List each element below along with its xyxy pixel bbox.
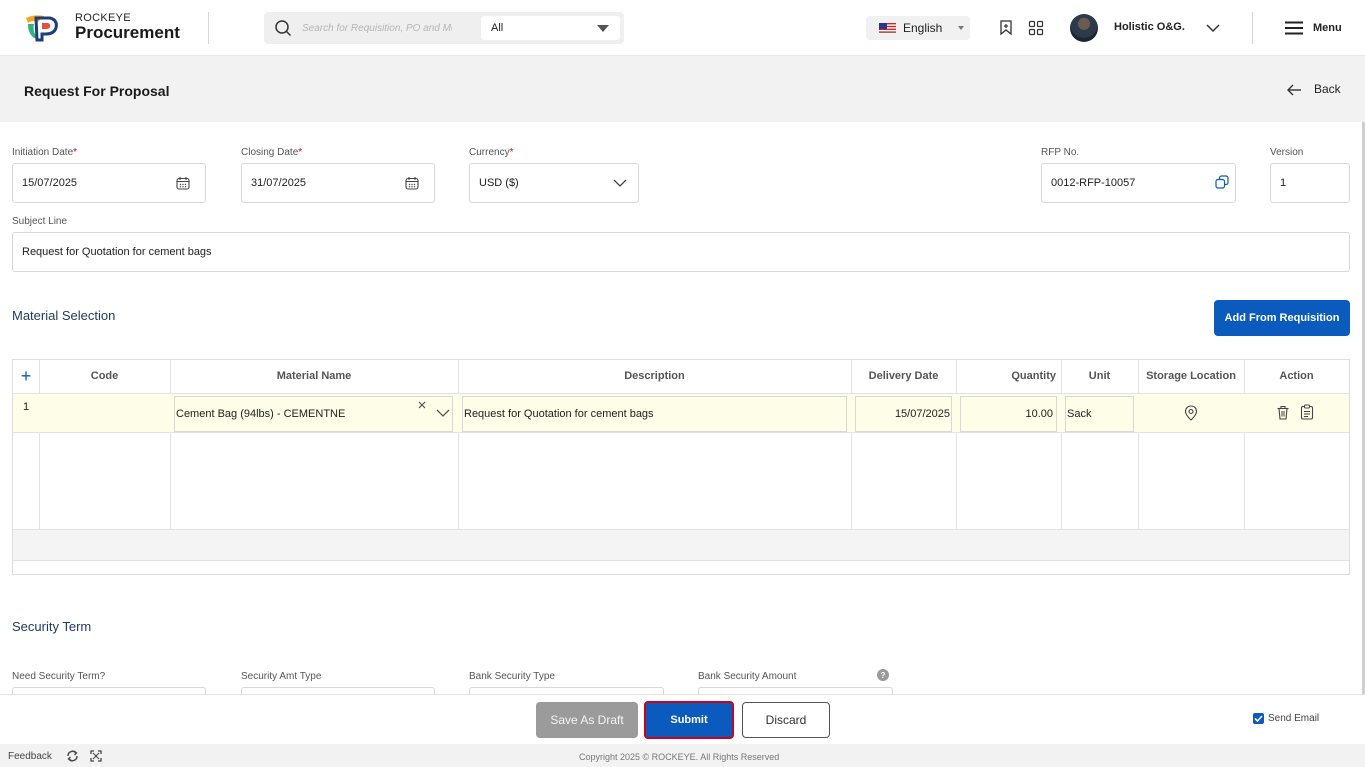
need-security-term-label: Need Security Term? xyxy=(12,671,106,682)
column-header-delivery-date: Delivery Date xyxy=(868,370,939,382)
copy-icon[interactable] xyxy=(1215,175,1229,189)
search-scope-value: All xyxy=(491,22,504,34)
quantity-input[interactable]: 10.00 xyxy=(960,396,1057,432)
brand-name-procurement: Procurement xyxy=(75,23,180,42)
column-header-unit: Unit xyxy=(1088,370,1111,382)
language-selector[interactable]: English xyxy=(866,16,970,40)
caret-down-icon xyxy=(597,25,609,32)
add-from-requisition-button[interactable]: Add From Requisition xyxy=(1214,300,1350,336)
bank-security-type-label: Bank Security Type xyxy=(469,671,555,682)
rfp-no-field: 0012-RFP-10057 xyxy=(1041,163,1236,203)
clipboard-icon[interactable] xyxy=(1300,404,1314,420)
submit-button[interactable]: Submit xyxy=(644,701,734,739)
version-label: Version xyxy=(1270,147,1304,158)
column-header-material-name: Material Name xyxy=(276,370,352,382)
bookmark-icon[interactable] xyxy=(998,19,1014,36)
initiation-date-label: Initiation Date* xyxy=(12,147,78,158)
chevron-down-icon[interactable] xyxy=(436,409,450,418)
feedback-link[interactable]: Feedback xyxy=(8,751,52,762)
calendar-icon[interactable] xyxy=(176,176,190,190)
trash-icon[interactable] xyxy=(1276,405,1290,420)
fullscreen-icon[interactable] xyxy=(90,750,102,762)
material-name-value: Cement Bag (94lbs) - CEMENTNE xyxy=(176,408,346,420)
page-header: Request For Proposal Back xyxy=(0,56,1365,122)
grid-footer-row xyxy=(13,529,1349,561)
version-field: 1 xyxy=(1270,163,1350,203)
column-header-description: Description xyxy=(624,370,685,382)
form-action-bar: Save As Draft Submit Discard Send Email xyxy=(0,694,1365,744)
add-row-button[interactable]: + xyxy=(13,360,39,393)
currency-select[interactable]: USD ($) xyxy=(469,163,639,203)
rfp-no-value: 0012-RFP-10057 xyxy=(1051,177,1136,189)
search-icon[interactable] xyxy=(274,19,292,37)
top-navigation-bar: ROCKEYE Procurement All English xyxy=(0,0,1365,56)
chevron-down-icon xyxy=(613,179,627,187)
row-index: 1 xyxy=(23,401,30,413)
calendar-icon[interactable] xyxy=(405,176,419,190)
column-header-storage-location: Storage Location xyxy=(1146,370,1236,382)
subject-line-value: Request for Quotation for cement bags xyxy=(22,246,212,258)
copyright-text: Copyright 2025 © ROCKEYE. All Rights Res… xyxy=(579,752,780,762)
column-header-code: Code xyxy=(90,370,119,382)
currency-label: Currency* xyxy=(469,147,514,158)
search-scope-select[interactable]: All xyxy=(481,16,620,40)
arrow-left-icon xyxy=(1287,84,1301,96)
help-icon[interactable]: ? xyxy=(877,669,889,681)
clear-icon[interactable] xyxy=(417,400,427,410)
back-label: Back xyxy=(1314,82,1341,96)
description-value: Request for Quotation for cement bags xyxy=(464,408,654,420)
us-flag-icon xyxy=(879,23,896,34)
initiation-date-field[interactable]: 15/07/2025 xyxy=(12,163,206,203)
global-search: All xyxy=(264,12,624,44)
quantity-value: 10.00 xyxy=(1025,408,1053,420)
send-email-checkbox[interactable] xyxy=(1253,713,1264,724)
security-amt-type-label: Security Amt Type xyxy=(241,671,322,682)
page-title: Request For Proposal xyxy=(24,83,170,99)
menu-button[interactable]: Menu xyxy=(1313,22,1342,34)
status-bar: Feedback Copyright 2025 © ROCKEYE. All R… xyxy=(0,744,1365,767)
header-divider xyxy=(1252,12,1253,44)
security-term-title: Security Term xyxy=(12,619,92,634)
delivery-date-value: 15/07/2025 xyxy=(894,408,950,420)
svg-text:?: ? xyxy=(881,671,886,680)
material-grid: + Code Material Name Description Deliver… xyxy=(12,359,1350,575)
table-row: 1 Cement Bag (94lbs) - CEMENTNE Request … xyxy=(13,393,1349,433)
description-input[interactable]: Request for Quotation for cement bags xyxy=(462,396,847,432)
chevron-down-icon[interactable] xyxy=(1205,22,1221,34)
subject-line-label: Subject Line xyxy=(12,216,68,227)
closing-date-value: 31/07/2025 xyxy=(251,177,307,189)
unit-value: Sack xyxy=(1067,408,1092,420)
subject-line-input[interactable]: Request for Quotation for cement bags xyxy=(12,232,1350,272)
column-header-quantity: Quantity xyxy=(1011,370,1056,382)
user-name[interactable]: Holistic O&G. xyxy=(1114,21,1185,33)
refresh-icon[interactable] xyxy=(66,750,79,762)
language-label: English xyxy=(903,21,943,35)
apps-grid-icon[interactable] xyxy=(1028,20,1044,36)
unit-input[interactable]: Sack xyxy=(1065,396,1134,432)
material-name-select[interactable]: Cement Bag (94lbs) - CEMENTNE xyxy=(174,396,453,432)
rockeye-logo[interactable] xyxy=(22,12,62,44)
user-avatar[interactable] xyxy=(1070,14,1098,42)
hamburger-menu-icon[interactable] xyxy=(1285,21,1303,35)
header-divider xyxy=(208,12,209,44)
closing-date-field[interactable]: 31/07/2025 xyxy=(241,163,435,203)
currency-value: USD ($) xyxy=(479,177,519,189)
search-input[interactable] xyxy=(302,18,452,38)
closing-date-label: Closing Date* xyxy=(241,147,303,158)
caret-down-icon xyxy=(958,26,964,30)
save-as-draft-button[interactable]: Save As Draft xyxy=(536,702,638,738)
delivery-date-input[interactable]: 15/07/2025 xyxy=(855,396,952,432)
send-email-label: Send Email xyxy=(1268,713,1320,724)
location-pin-icon[interactable] xyxy=(1184,405,1198,421)
initiation-date-value: 15/07/2025 xyxy=(22,177,78,189)
version-value: 1 xyxy=(1280,177,1287,189)
checkmark-icon xyxy=(1254,715,1263,723)
column-header-action: Action xyxy=(1279,370,1314,382)
material-selection-title: Material Selection xyxy=(12,308,116,323)
bank-security-amount-label: Bank Security Amount xyxy=(698,671,797,682)
rfp-no-label: RFP No. xyxy=(1041,147,1080,158)
discard-button[interactable]: Discard xyxy=(742,702,830,738)
